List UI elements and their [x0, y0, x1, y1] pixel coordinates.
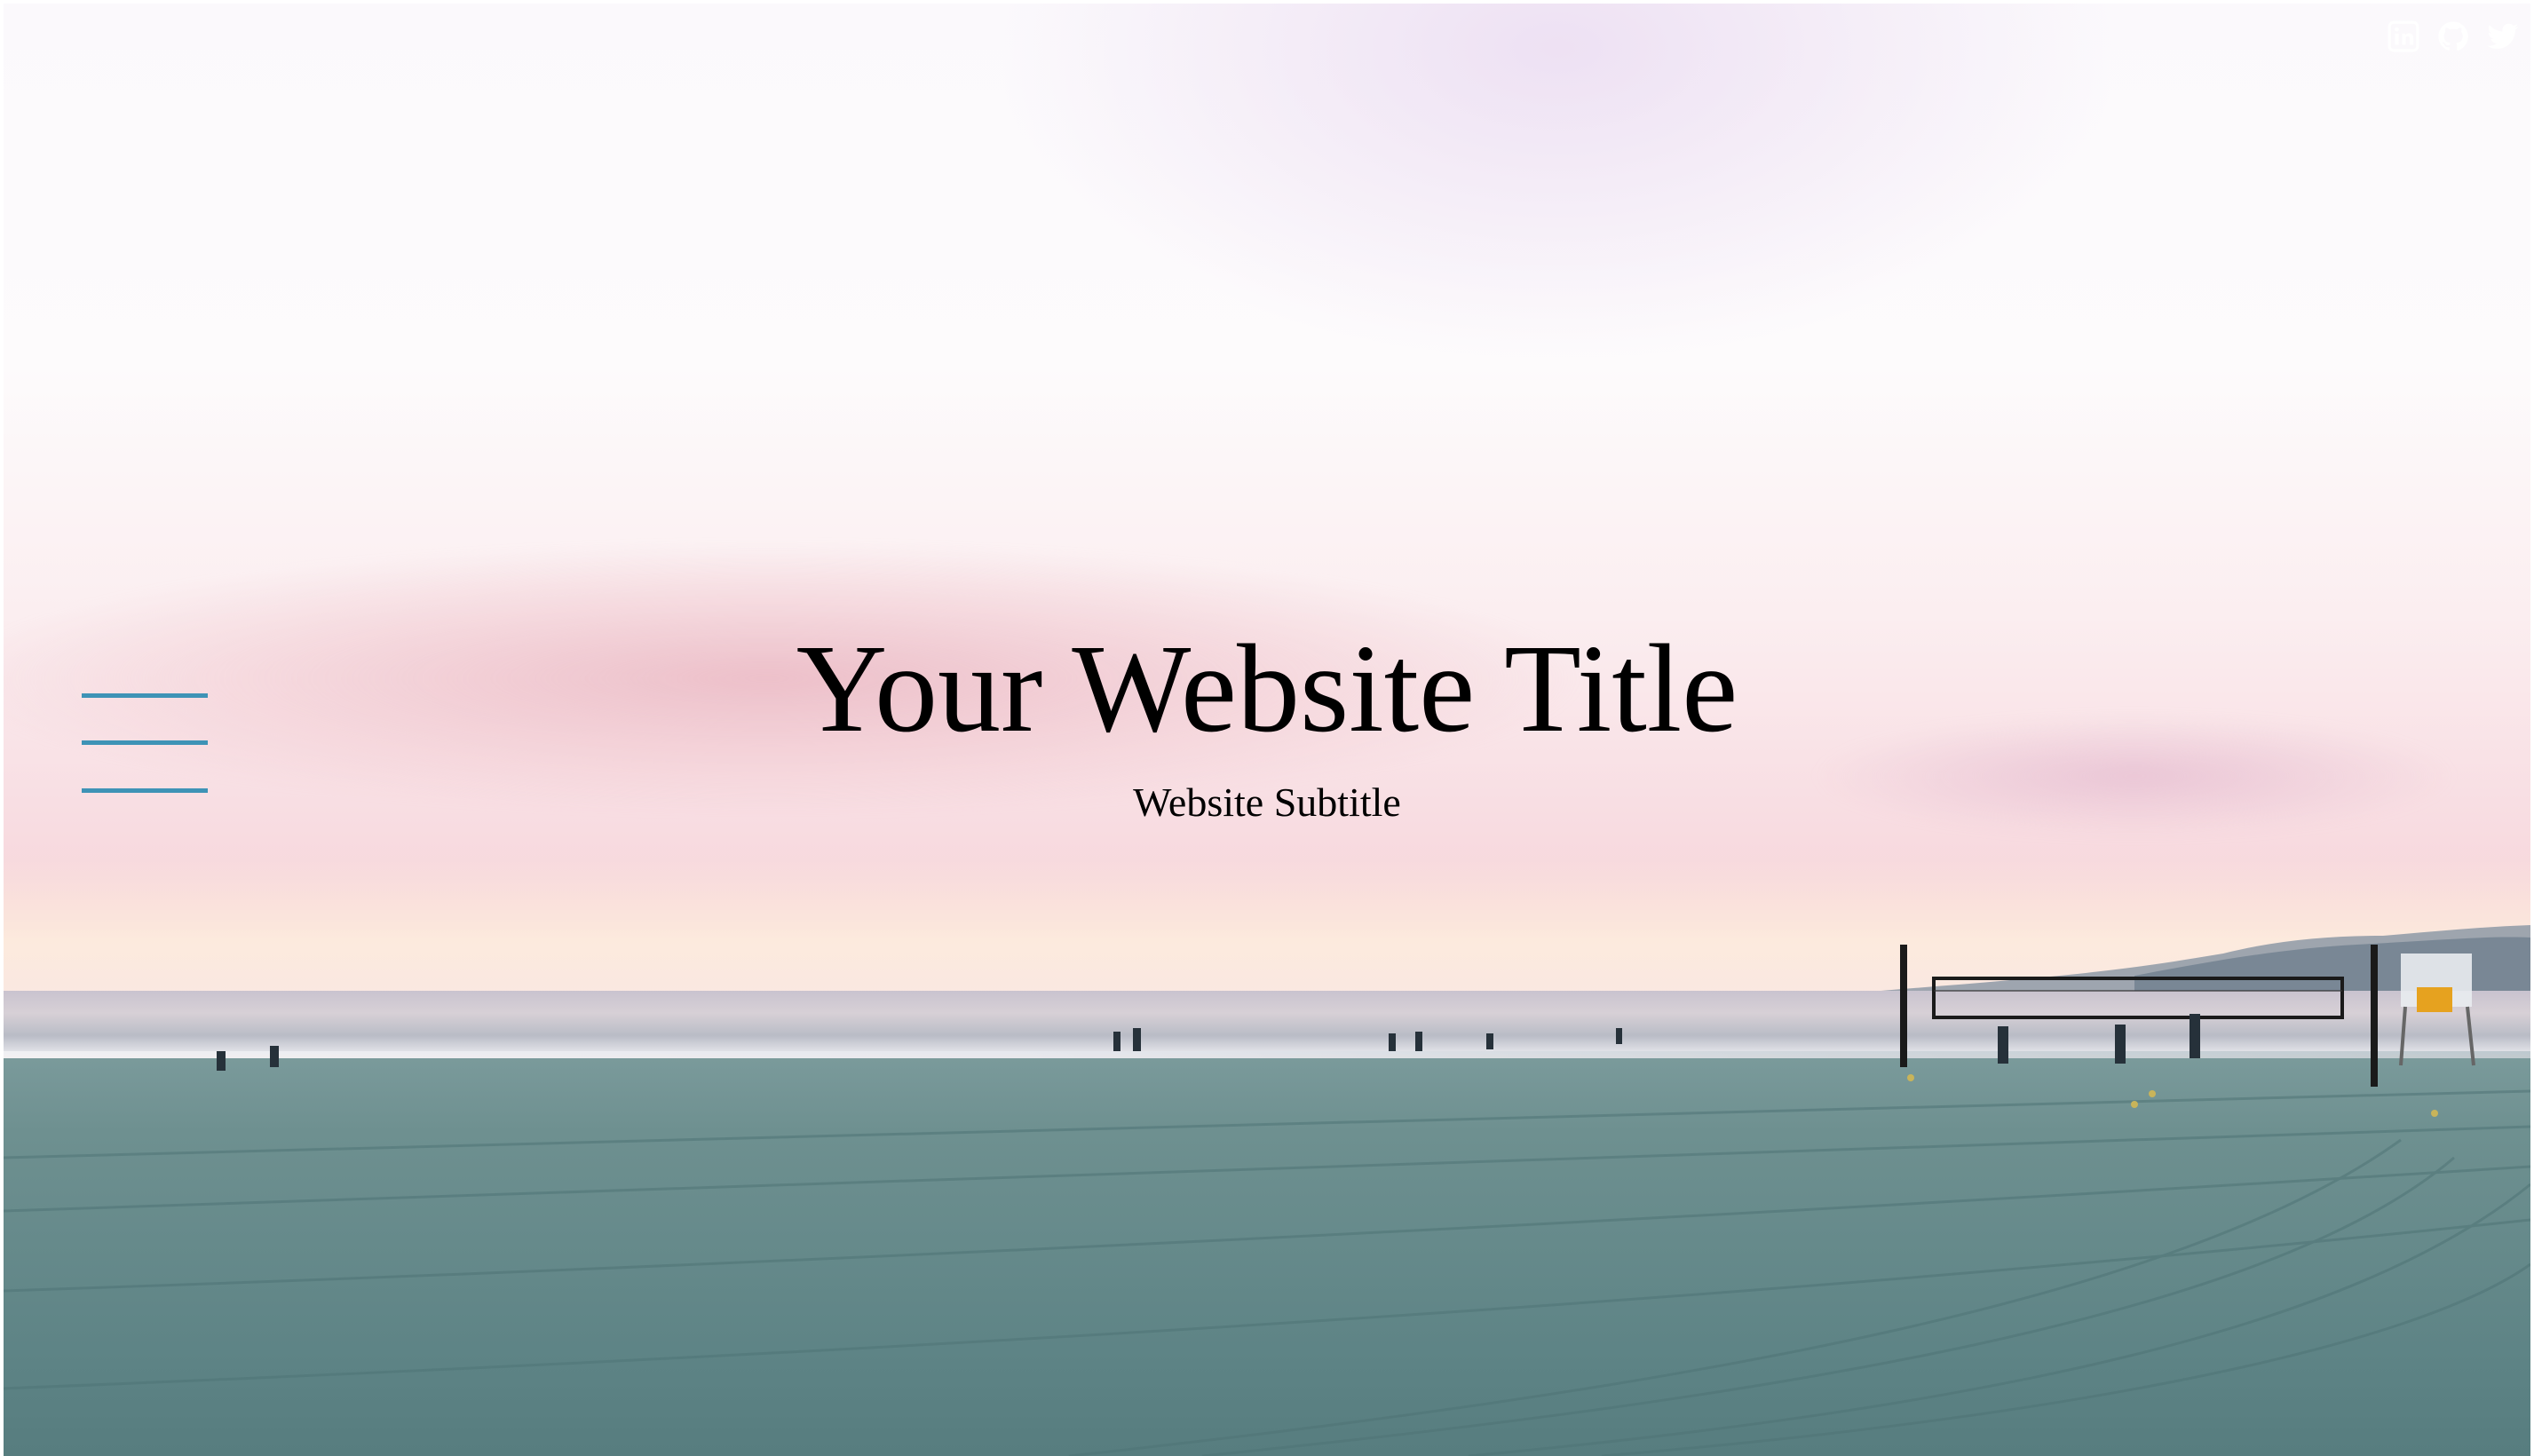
- github-icon: [2436, 20, 2470, 53]
- linkedin-link[interactable]: [2387, 20, 2420, 53]
- site-subtitle: Website Subtitle: [1133, 779, 1401, 825]
- social-links: [2387, 20, 2520, 53]
- twitter-icon: [2486, 20, 2520, 53]
- linkedin-icon: [2387, 20, 2420, 53]
- lifeguard-tower: [2399, 954, 2475, 1066]
- twitter-link[interactable]: [2486, 20, 2520, 53]
- page: Your Website Title Website Subtitle: [0, 0, 2534, 1456]
- hero-text: Your Website Title Website Subtitle: [0, 613, 2534, 827]
- volleyball-net: [1900, 945, 2378, 1087]
- github-link[interactable]: [2436, 20, 2470, 53]
- site-title: Your Website Title: [796, 618, 1738, 758]
